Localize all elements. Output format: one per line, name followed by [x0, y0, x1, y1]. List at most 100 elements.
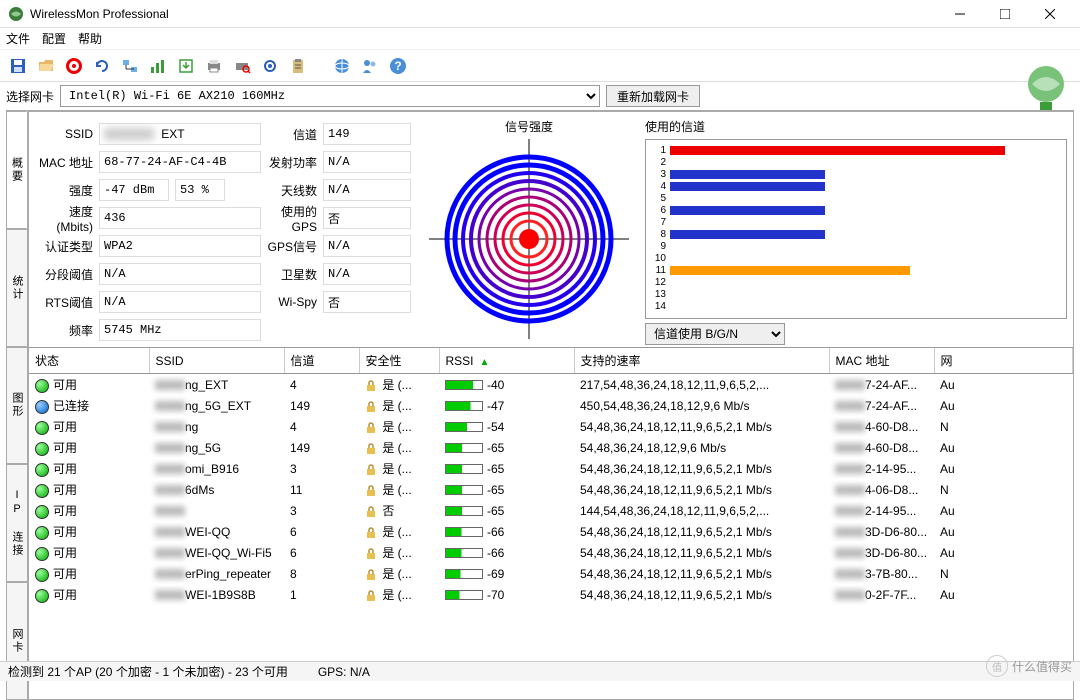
rts-value: N/A [99, 291, 261, 313]
tab-graph[interactable]: 图形 [6, 347, 27, 465]
mac-label: MAC 地址 [37, 154, 93, 171]
menu-file[interactable]: 文件 [6, 30, 30, 47]
freq-label: 频率 [37, 322, 93, 339]
help-icon[interactable]: ? [386, 54, 410, 78]
clipboard-icon[interactable] [286, 54, 310, 78]
watermark-icon: 值 [986, 655, 1008, 677]
gps-label: 使用的GPS [261, 203, 317, 234]
auth-label: 认证类型 [37, 238, 93, 255]
table-row[interactable]: 可用 ng_5G 149 是 (... -65 54,48,36,24,18,1… [29, 437, 1073, 458]
frag-label: 分段阈值 [37, 266, 93, 283]
print-icon[interactable] [202, 54, 226, 78]
status-aps: 检测到 21 个AP (20 个加密 - 1 个未加密) - 23 个可用 [8, 663, 288, 680]
status-dot-icon [35, 547, 49, 561]
freq-value: 5745 MHz [99, 319, 261, 341]
col-security[interactable]: 安全性 [359, 348, 439, 374]
gpssig-label: GPS信号 [261, 238, 317, 255]
table-row[interactable]: 可用 erPing_repeater 8 是 (... -69 54,48,36… [29, 563, 1073, 584]
panel-channels: 使用的信道 1234567891011121314 信道使用 B/G/N [639, 112, 1073, 347]
minimize-button[interactable] [937, 0, 982, 28]
strength-pct: 53 % [175, 179, 225, 201]
channel-bar-row: 14 [646, 300, 1066, 312]
tab-summary[interactable]: 概要 [6, 111, 27, 229]
channel-bar-row: 4 [646, 180, 1066, 192]
table-row[interactable]: 已连接 ng_5G_EXT 149 是 (... -47 450,54,48,3… [29, 395, 1073, 416]
wispy-label: Wi-Spy [261, 295, 317, 309]
globe-icon [1022, 62, 1070, 110]
refresh-icon[interactable] [90, 54, 114, 78]
export-icon[interactable] [174, 54, 198, 78]
channels-title: 使用的信道 [645, 118, 1067, 135]
channel-mode-select[interactable]: 信道使用 B/G/N [645, 323, 785, 345]
networks-table-container[interactable]: 状态 SSID 信道 安全性 RSSI 支持的速率 MAC 地址 网 可用 ng… [29, 347, 1073, 699]
adapter-select[interactable]: Intel(R) Wi-Fi 6E AX210 160MHz [60, 85, 600, 107]
app-icon [8, 6, 24, 22]
status-dot-icon [35, 463, 49, 477]
channel-bar-row: 13 [646, 288, 1066, 300]
speed-label: 速度(Mbits) [37, 203, 93, 234]
status-dot-icon [35, 526, 49, 540]
diagnose-icon[interactable] [230, 54, 254, 78]
col-rssi[interactable]: RSSI [439, 348, 574, 374]
open-icon[interactable] [34, 54, 58, 78]
panel-signal: 信号强度 [419, 112, 639, 347]
mac-value: 68-77-24-AF-C4-4B [99, 151, 261, 173]
strength-label: 强度 [37, 182, 93, 199]
channel-bar-row: 7 [646, 216, 1066, 228]
status-dot-icon [35, 484, 49, 498]
channel-bar-row: 3 [646, 168, 1066, 180]
menu-help[interactable]: 帮助 [78, 30, 102, 47]
table-row[interactable]: 可用 WEI-QQ 6 是 (... -66 54,48,36,24,18,12… [29, 521, 1073, 542]
networks-table: 状态 SSID 信道 安全性 RSSI 支持的速率 MAC 地址 网 可用 ng… [29, 348, 1073, 605]
channel-bar-row: 1 [646, 144, 1066, 156]
col-channel[interactable]: 信道 [284, 348, 359, 374]
channel-bar-row: 2 [646, 156, 1066, 168]
chart-icon[interactable] [146, 54, 170, 78]
table-row[interactable]: 可用 6dMs 11 是 (... -65 54,48,36,24,18,12,… [29, 479, 1073, 500]
rts-label: RTS阈值 [37, 294, 93, 311]
tab-stats[interactable]: 统计 [6, 229, 27, 347]
strength-dbm: -47 dBm [99, 179, 169, 201]
col-mac[interactable]: MAC 地址 [829, 348, 934, 374]
panel-info: SSID EXT MAC 地址68-77-24-AF-C4-4B 强度-47 d… [29, 112, 419, 347]
ssid-label: SSID [37, 127, 93, 141]
content: SSID EXT MAC 地址68-77-24-AF-C4-4B 强度-47 d… [28, 111, 1074, 700]
col-ssid[interactable]: SSID [149, 348, 284, 374]
auth-value: WPA2 [99, 235, 261, 257]
target-icon[interactable] [62, 54, 86, 78]
table-row[interactable]: 可用 omi_B916 3 是 (... -65 54,48,36,24,18,… [29, 458, 1073, 479]
menubar: 文件 配置 帮助 [0, 28, 1080, 50]
tab-adapters[interactable]: 网卡 [6, 582, 27, 700]
signal-title: 信号强度 [425, 118, 633, 135]
table-row[interactable]: 可用 ng 4 是 (... -54 54,48,36,24,18,12,11,… [29, 416, 1073, 437]
channel-bar-row: 11 [646, 264, 1066, 276]
maximize-button[interactable] [982, 0, 1027, 28]
table-row[interactable]: 可用 3 否 -65 144,54,48,36,24,18,12,11,9,6,… [29, 500, 1073, 521]
tab-ipconn[interactable]: IP 连接 [6, 464, 27, 582]
table-row[interactable]: 可用 WEI-1B9S8B 1 是 (... -70 54,48,36,24,1… [29, 584, 1073, 605]
channel-bar-row: 6 [646, 204, 1066, 216]
network-icon[interactable] [118, 54, 142, 78]
gear-icon[interactable] [258, 54, 282, 78]
close-button[interactable] [1027, 0, 1072, 28]
adapter-label: 选择网卡 [6, 88, 54, 105]
titlebar: WirelessMon Professional [0, 0, 1080, 28]
users-icon[interactable] [358, 54, 382, 78]
menu-config[interactable]: 配置 [42, 30, 66, 47]
col-band[interactable]: 网 [934, 348, 1073, 374]
speed-value: 436 [99, 207, 261, 229]
reload-adapter-button[interactable]: 重新加载网卡 [606, 85, 700, 107]
save-icon[interactable] [6, 54, 30, 78]
sat-label: 卫星数 [261, 266, 317, 283]
status-dot-icon [35, 379, 49, 393]
svg-text:?: ? [394, 59, 401, 73]
table-row[interactable]: 可用 ng_EXT 4 是 (... -40 217,54,48,36,24,1… [29, 374, 1073, 396]
table-row[interactable]: 可用 WEI-QQ_Wi-Fi5 6 是 (... -66 54,48,36,2… [29, 542, 1073, 563]
col-rates[interactable]: 支持的速率 [574, 348, 829, 374]
gpssig-value: N/A [323, 235, 411, 257]
antennas-label: 天线数 [261, 182, 317, 199]
globe-small-icon[interactable] [330, 54, 354, 78]
status-gps: GPS: N/A [318, 665, 370, 679]
statusbar: 检测到 21 个AP (20 个加密 - 1 个未加密) - 23 个可用 GP… [0, 661, 1080, 681]
main-area: 概要 统计 图形 IP 连接 网卡 SSID EXT MAC 地址68-77-2… [6, 110, 1074, 700]
